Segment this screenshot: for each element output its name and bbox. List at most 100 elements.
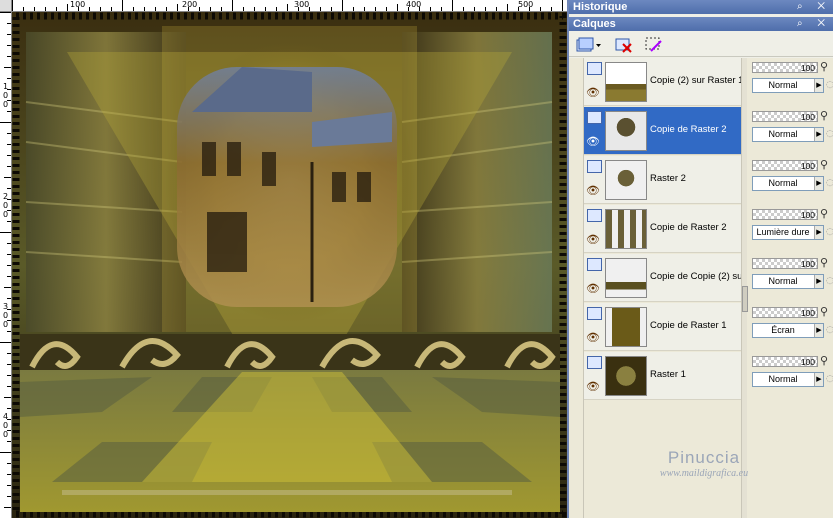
layer-row[interactable]: 👁 Copie de Copie (2) sur Raster 1: [584, 254, 741, 302]
ruler-tick: [7, 485, 11, 486]
visibility-eye-icon[interactable]: 👁: [586, 135, 600, 148]
delete-layer-icon: [615, 38, 632, 53]
ruler-tick: [463, 7, 464, 11]
visibility-eye-icon[interactable]: 👁: [586, 184, 600, 197]
visibility-eye-icon[interactable]: 👁: [586, 380, 600, 393]
opacity-slider[interactable]: 100: [752, 258, 818, 269]
opacity-slider[interactable]: 100: [752, 356, 818, 367]
ruler-tick: [221, 7, 222, 11]
layers-panel-title[interactable]: Calques ⌕ ✕: [569, 17, 833, 31]
ruler-tick: [353, 7, 354, 11]
blend-mode-select[interactable]: Normal ▶: [752, 78, 824, 93]
blend-mode-value: Écran: [771, 325, 795, 335]
ruler-tick: [111, 7, 112, 11]
link-icon[interactable]: ⚲: [820, 256, 828, 269]
history-panel-title[interactable]: Historique ⌕ ✕: [569, 0, 833, 14]
delete-layer-button[interactable]: [613, 35, 635, 55]
visibility-eye-icon[interactable]: 👁: [586, 86, 600, 99]
blend-mode-select[interactable]: Normal ▶: [752, 127, 824, 142]
ruler-tick: [100, 7, 101, 11]
lock-icon[interactable]: ◌: [826, 374, 833, 384]
layers-title: Calques: [573, 18, 616, 30]
opacity-slider[interactable]: 100: [752, 160, 818, 171]
watermark-url: www.maildigrafica.eu: [659, 468, 749, 479]
layer-name: Copie (2) sur Raster 1: [650, 75, 741, 86]
link-icon[interactable]: ⚲: [820, 354, 828, 367]
composite-artwork: [12, 12, 567, 518]
lock-icon[interactable]: ◌: [826, 227, 833, 237]
layer-thumbnail: [605, 258, 647, 298]
visibility-eye-icon[interactable]: 👁: [586, 282, 600, 295]
ruler-tick: [4, 67, 11, 68]
blend-mode-select[interactable]: Normal ▶: [752, 176, 824, 191]
ruler-tick: [474, 7, 475, 11]
lock-icon[interactable]: ◌: [826, 325, 833, 335]
layer-row[interactable]: 👁 Copie (2) sur Raster 1: [584, 58, 741, 106]
lock-icon[interactable]: ◌: [826, 80, 833, 90]
blend-mode-select[interactable]: Lumière dure ▶: [752, 225, 824, 240]
history-title: Historique: [573, 1, 628, 13]
splitter-grip[interactable]: [742, 286, 748, 312]
layer-name: Copie de Copie (2) sur Raster 1: [650, 271, 741, 282]
layer-row[interactable]: 👁 Raster 1: [584, 352, 741, 400]
opacity-value: 100: [800, 210, 815, 220]
ruler-tick: [4, 397, 11, 398]
opacity-slider[interactable]: 100: [752, 62, 818, 73]
ruler-tick: [364, 7, 365, 11]
ruler-tick: [7, 298, 11, 299]
layer-type-icon: [587, 111, 602, 124]
dropdown-arrow-icon: ▶: [814, 177, 823, 190]
ruler-tick: [232, 0, 233, 11]
layer-thumbnail: [605, 62, 647, 102]
ruler-tick: [430, 7, 431, 11]
ruler-tick: [7, 386, 11, 387]
visibility-eye-icon[interactable]: 👁: [586, 331, 600, 344]
layer-row-selected[interactable]: 👁 Copie de Raster 2: [584, 107, 741, 155]
ruler-tick: [7, 188, 11, 189]
layer-row[interactable]: 👁 Copie de Raster 2: [584, 205, 741, 253]
ruler-tick: [0, 122, 11, 123]
ruler-tick: [199, 7, 200, 11]
layers-panel-buttons[interactable]: ⌕ ✕: [797, 17, 831, 31]
new-layer-icon: [576, 37, 601, 52]
ruler-tick: [188, 7, 189, 11]
ruler-tick: [7, 441, 11, 442]
ruler-tick: [7, 408, 11, 409]
link-icon[interactable]: ⚲: [820, 158, 828, 171]
layer-row[interactable]: 👁 Copie de Raster 1: [584, 303, 741, 351]
opacity-slider[interactable]: 100: [752, 209, 818, 220]
ruler-label: 0: [3, 100, 9, 109]
ruler-tick: [7, 45, 11, 46]
blend-mode-select[interactable]: Écran ▶: [752, 323, 824, 338]
blend-mode-select[interactable]: Normal ▶: [752, 274, 824, 289]
ruler-tick: [562, 0, 563, 11]
opacity-slider[interactable]: 100: [752, 307, 818, 318]
new-layer-button[interactable]: [575, 35, 603, 55]
ruler-tick: [133, 7, 134, 11]
link-icon[interactable]: ⚲: [820, 207, 828, 220]
layer-row[interactable]: 👁 Raster 2: [584, 156, 741, 204]
ruler-tick: [0, 452, 11, 453]
lock-icon[interactable]: ◌: [826, 276, 833, 286]
ruler-tick: [7, 496, 11, 497]
visibility-eye-icon[interactable]: 👁: [586, 233, 600, 246]
ruler-tick: [210, 7, 211, 11]
blend-mode-select[interactable]: Normal ▶: [752, 372, 824, 387]
canvas-area[interactable]: 100 200 300 400 500 100200300400: [0, 0, 567, 518]
lock-icon[interactable]: ◌: [826, 178, 833, 188]
ruler-vertical: 100200300400: [0, 12, 12, 518]
opacity-slider[interactable]: 100: [752, 111, 818, 122]
link-icon[interactable]: ⚲: [820, 60, 828, 73]
ruler-tick: [7, 276, 11, 277]
ruler-tick: [309, 7, 310, 11]
layer-properties: 100 ⚲ Écran ▶ ◌: [752, 303, 833, 351]
link-icon[interactable]: ⚲: [820, 305, 828, 318]
lock-icon[interactable]: ◌: [826, 129, 833, 139]
link-icon[interactable]: ⚲: [820, 109, 828, 122]
mask-button[interactable]: [643, 35, 665, 55]
ruler-tick: [342, 0, 343, 11]
history-panel-buttons[interactable]: ⌕ ✕: [797, 0, 831, 14]
layers-list: 👁 Copie (2) sur Raster 1 👁 Copie de Rast…: [569, 58, 833, 518]
document-image[interactable]: [12, 12, 567, 518]
ruler-tick: [4, 177, 11, 178]
